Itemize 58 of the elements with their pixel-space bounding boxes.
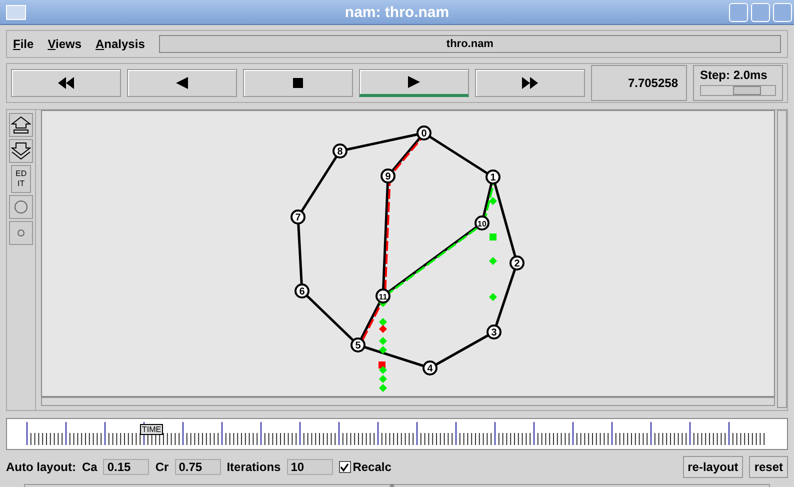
- rewind-icon: [58, 77, 74, 89]
- check-icon: [340, 462, 350, 472]
- vertical-scrollbar[interactable]: [777, 110, 787, 408]
- fast-forward-icon: [522, 77, 538, 89]
- circle-icon: [17, 229, 26, 237]
- field-label: Ca: [82, 460, 98, 474]
- step-slider[interactable]: [732, 86, 761, 95]
- play-icon: [406, 76, 422, 88]
- tray-arrow-icon: [11, 142, 32, 160]
- timeline[interactable]: TIME: [6, 418, 788, 450]
- input-field[interactable]: 0.15: [103, 459, 150, 475]
- layout-button[interactable]: re-layout: [682, 456, 744, 478]
- field-label: Iterations: [226, 460, 281, 474]
- circle-icon: [14, 200, 28, 214]
- horizontal-scrollbar[interactable]: [41, 397, 776, 406]
- back-button[interactable]: [127, 69, 237, 97]
- stop-icon: [290, 77, 306, 89]
- field-label: Cr: [155, 460, 169, 474]
- time-display: 7.705258: [591, 65, 687, 101]
- network-node[interactable]: 3: [486, 324, 502, 340]
- window-title: nam: thro.nam: [344, 4, 450, 20]
- step-label: Step: 2.0ms: [700, 68, 768, 82]
- network-node[interactable]: 6: [294, 284, 310, 298]
- circle-tool-button[interactable]: [9, 195, 34, 219]
- layout-button[interactable]: reset: [749, 456, 788, 478]
- lower-tool-button[interactable]: [9, 139, 34, 163]
- network-node[interactable]: 8: [332, 144, 348, 158]
- play-backward-icon: [174, 77, 190, 89]
- menu-item[interactable]: Views: [48, 37, 82, 51]
- file-name-field: thro.nam: [158, 35, 781, 53]
- forward-button[interactable]: [475, 69, 585, 97]
- stop-button[interactable]: [243, 69, 353, 97]
- minimize-button[interactable]: [729, 3, 748, 22]
- network-node[interactable]: 2: [510, 256, 525, 270]
- input-field[interactable]: 0.75: [174, 459, 221, 475]
- time-marker[interactable]: TIME: [140, 424, 164, 435]
- menu-item[interactable]: Analysis: [96, 37, 145, 51]
- network-node[interactable]: 7: [290, 210, 306, 224]
- recalc-checkbox[interactable]: Recalc: [338, 460, 392, 474]
- network-node[interactable]: 0: [416, 126, 432, 140]
- network-node[interactable]: 9: [380, 168, 396, 184]
- edit-button[interactable]: ED IT: [11, 165, 32, 193]
- input-field[interactable]: 10: [286, 459, 333, 475]
- network-node[interactable]: 1: [486, 170, 501, 184]
- house-arrow-icon: [11, 116, 32, 134]
- raise-tool-button[interactable]: [9, 113, 34, 137]
- rewind-button[interactable]: [11, 69, 121, 97]
- close-button[interactable]: [773, 3, 792, 22]
- network-node[interactable]: 5: [350, 338, 366, 352]
- menu-item[interactable]: File: [13, 37, 34, 51]
- network-node[interactable]: 11: [376, 288, 391, 304]
- maximize-button[interactable]: [751, 3, 770, 22]
- network-node[interactable]: 4: [422, 360, 438, 376]
- small-circle-tool-button[interactable]: [9, 221, 34, 245]
- auto-layout-label: Auto layout:: [6, 460, 76, 474]
- play-button[interactable]: [359, 69, 469, 97]
- network-node[interactable]: 10: [474, 216, 490, 230]
- window-icon: [6, 5, 26, 20]
